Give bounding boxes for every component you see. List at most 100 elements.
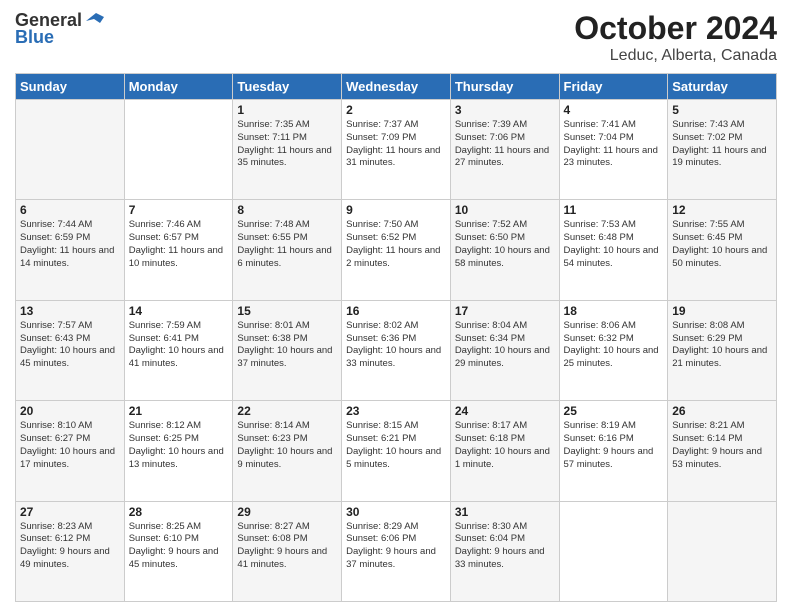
day-info: Sunrise: 8:10 AM Sunset: 6:27 PM Dayligh… bbox=[20, 420, 120, 471]
calendar-cell: 15Sunrise: 8:01 AM Sunset: 6:38 PM Dayli… bbox=[233, 300, 342, 400]
day-number: 1 bbox=[237, 103, 337, 117]
day-info: Sunrise: 8:12 AM Sunset: 6:25 PM Dayligh… bbox=[129, 420, 229, 471]
calendar-cell: 1 Sunrise: 7:35 AM Sunset: 7:11 PM Daylig… bbox=[233, 100, 342, 200]
col-tuesday: Tuesday bbox=[233, 74, 342, 100]
calendar-week-4: 27 Sunrise: 8:23 AM Sunset: 6:12 PM Dayli… bbox=[16, 501, 777, 601]
day-info: Sunrise: 7:59 AM Sunset: 6:41 PM Dayligh… bbox=[129, 320, 229, 371]
calendar-cell: 23 Sunrise: 8:15 AM Sunset: 6:21 PM Dayli… bbox=[342, 401, 451, 501]
day-number: 30 bbox=[346, 505, 446, 519]
day-info: Sunrise: 8:06 AM Sunset: 6:32 PM Dayligh… bbox=[564, 320, 664, 371]
day-info: Sunrise: 7:37 AM Sunset: 7:09 PM Dayligh… bbox=[346, 119, 446, 170]
day-number: 5 bbox=[672, 103, 772, 117]
day-number: 28 bbox=[129, 505, 229, 519]
logo-bird-icon bbox=[86, 11, 108, 31]
day-number: 17 bbox=[455, 304, 555, 318]
day-number: 15 bbox=[237, 304, 337, 318]
day-info: Sunrise: 8:15 AM Sunset: 6:21 PM Dayligh… bbox=[346, 420, 446, 471]
day-info: Sunrise: 8:23 AM Sunset: 6:12 PM Dayligh… bbox=[20, 521, 120, 572]
day-number: 27 bbox=[20, 505, 120, 519]
day-number: 6 bbox=[20, 203, 120, 217]
day-number: 18 bbox=[564, 304, 664, 318]
calendar-cell: 22Sunrise: 8:14 AM Sunset: 6:23 PM Dayli… bbox=[233, 401, 342, 501]
day-number: 7 bbox=[129, 203, 229, 217]
calendar-cell: 6 Sunrise: 7:44 AM Sunset: 6:59 PM Daylig… bbox=[16, 200, 125, 300]
day-number: 26 bbox=[672, 404, 772, 418]
day-number: 2 bbox=[346, 103, 446, 117]
calendar-week-3: 20 Sunrise: 8:10 AM Sunset: 6:27 PM Dayli… bbox=[16, 401, 777, 501]
calendar-cell: 4 Sunrise: 7:41 AM Sunset: 7:04 PM Daylig… bbox=[559, 100, 668, 200]
calendar-cell bbox=[16, 100, 125, 200]
col-thursday: Thursday bbox=[450, 74, 559, 100]
title-block: October 2024 Leduc, Alberta, Canada bbox=[574, 10, 777, 65]
day-number: 3 bbox=[455, 103, 555, 117]
calendar-cell: 3Sunrise: 7:39 AM Sunset: 7:06 PM Daylig… bbox=[450, 100, 559, 200]
calendar-cell: 31 Sunrise: 8:30 AM Sunset: 6:04 PM Dayli… bbox=[450, 501, 559, 601]
day-info: Sunrise: 8:02 AM Sunset: 6:36 PM Dayligh… bbox=[346, 320, 446, 371]
calendar-body: 1 Sunrise: 7:35 AM Sunset: 7:11 PM Daylig… bbox=[16, 100, 777, 602]
logo: General Blue bbox=[15, 10, 108, 48]
day-info: Sunrise: 7:52 AM Sunset: 6:50 PM Dayligh… bbox=[455, 219, 555, 270]
day-info: Sunrise: 7:46 AM Sunset: 6:57 PM Dayligh… bbox=[129, 219, 229, 270]
day-info: Sunrise: 7:50 AM Sunset: 6:52 PM Dayligh… bbox=[346, 219, 446, 270]
calendar-cell: 30 Sunrise: 8:29 AM Sunset: 6:06 PM Dayli… bbox=[342, 501, 451, 601]
day-number: 20 bbox=[20, 404, 120, 418]
calendar-cell: 2 Sunrise: 7:37 AM Sunset: 7:09 PM Daylig… bbox=[342, 100, 451, 200]
day-info: Sunrise: 8:19 AM Sunset: 6:16 PM Dayligh… bbox=[564, 420, 664, 471]
day-info: Sunrise: 7:44 AM Sunset: 6:59 PM Dayligh… bbox=[20, 219, 120, 270]
day-number: 23 bbox=[346, 404, 446, 418]
day-info: Sunrise: 7:41 AM Sunset: 7:04 PM Dayligh… bbox=[564, 119, 664, 170]
day-number: 24 bbox=[455, 404, 555, 418]
day-info: Sunrise: 8:29 AM Sunset: 6:06 PM Dayligh… bbox=[346, 521, 446, 572]
day-info: Sunrise: 7:35 AM Sunset: 7:11 PM Dayligh… bbox=[237, 119, 337, 170]
day-number: 19 bbox=[672, 304, 772, 318]
day-info: Sunrise: 8:30 AM Sunset: 6:04 PM Dayligh… bbox=[455, 521, 555, 572]
day-info: Sunrise: 7:55 AM Sunset: 6:45 PM Dayligh… bbox=[672, 219, 772, 270]
logo-blue-text: Blue bbox=[15, 27, 54, 48]
calendar-cell: 8Sunrise: 7:48 AM Sunset: 6:55 PM Daylig… bbox=[233, 200, 342, 300]
calendar-table: Sunday Monday Tuesday Wednesday Thursday… bbox=[15, 73, 777, 602]
day-info: Sunrise: 7:48 AM Sunset: 6:55 PM Dayligh… bbox=[237, 219, 337, 270]
calendar-cell: 20 Sunrise: 8:10 AM Sunset: 6:27 PM Dayli… bbox=[16, 401, 125, 501]
col-friday: Friday bbox=[559, 74, 668, 100]
calendar-cell: 26 Sunrise: 8:21 AM Sunset: 6:14 PM Dayli… bbox=[668, 401, 777, 501]
calendar-cell: 29 Sunrise: 8:27 AM Sunset: 6:08 PM Dayli… bbox=[233, 501, 342, 601]
calendar-cell: 11Sunrise: 7:53 AM Sunset: 6:48 PM Dayli… bbox=[559, 200, 668, 300]
col-saturday: Saturday bbox=[668, 74, 777, 100]
day-info: Sunrise: 7:57 AM Sunset: 6:43 PM Dayligh… bbox=[20, 320, 120, 371]
calendar-cell bbox=[559, 501, 668, 601]
calendar-cell: 27 Sunrise: 8:23 AM Sunset: 6:12 PM Dayli… bbox=[16, 501, 125, 601]
calendar-cell: 28 Sunrise: 8:25 AM Sunset: 6:10 PM Dayli… bbox=[124, 501, 233, 601]
calendar-cell: 9Sunrise: 7:50 AM Sunset: 6:52 PM Daylig… bbox=[342, 200, 451, 300]
day-number: 13 bbox=[20, 304, 120, 318]
calendar-header-row: Sunday Monday Tuesday Wednesday Thursday… bbox=[16, 74, 777, 100]
calendar-cell: 21 Sunrise: 8:12 AM Sunset: 6:25 PM Dayli… bbox=[124, 401, 233, 501]
day-number: 21 bbox=[129, 404, 229, 418]
day-info: Sunrise: 8:21 AM Sunset: 6:14 PM Dayligh… bbox=[672, 420, 772, 471]
calendar-cell: 16 Sunrise: 8:02 AM Sunset: 6:36 PM Dayli… bbox=[342, 300, 451, 400]
calendar-week-2: 13 Sunrise: 7:57 AM Sunset: 6:43 PM Dayli… bbox=[16, 300, 777, 400]
day-info: Sunrise: 8:14 AM Sunset: 6:23 PM Dayligh… bbox=[237, 420, 337, 471]
col-sunday: Sunday bbox=[16, 74, 125, 100]
col-monday: Monday bbox=[124, 74, 233, 100]
page: General Blue October 2024 Leduc, Alberta… bbox=[0, 0, 792, 612]
day-info: Sunrise: 8:08 AM Sunset: 6:29 PM Dayligh… bbox=[672, 320, 772, 371]
calendar-cell: 17Sunrise: 8:04 AM Sunset: 6:34 PM Dayli… bbox=[450, 300, 559, 400]
calendar-cell: 25 Sunrise: 8:19 AM Sunset: 6:16 PM Dayli… bbox=[559, 401, 668, 501]
day-number: 25 bbox=[564, 404, 664, 418]
calendar-cell bbox=[668, 501, 777, 601]
calendar-cell: 18 Sunrise: 8:06 AM Sunset: 6:32 PM Dayli… bbox=[559, 300, 668, 400]
calendar-cell: 10Sunrise: 7:52 AM Sunset: 6:50 PM Dayli… bbox=[450, 200, 559, 300]
day-info: Sunrise: 8:27 AM Sunset: 6:08 PM Dayligh… bbox=[237, 521, 337, 572]
day-number: 16 bbox=[346, 304, 446, 318]
day-info: Sunrise: 7:53 AM Sunset: 6:48 PM Dayligh… bbox=[564, 219, 664, 270]
col-wednesday: Wednesday bbox=[342, 74, 451, 100]
day-info: Sunrise: 8:25 AM Sunset: 6:10 PM Dayligh… bbox=[129, 521, 229, 572]
calendar-week-0: 1 Sunrise: 7:35 AM Sunset: 7:11 PM Daylig… bbox=[16, 100, 777, 200]
calendar-cell: 19 Sunrise: 8:08 AM Sunset: 6:29 PM Dayli… bbox=[668, 300, 777, 400]
day-number: 31 bbox=[455, 505, 555, 519]
day-number: 29 bbox=[237, 505, 337, 519]
header: General Blue October 2024 Leduc, Alberta… bbox=[15, 10, 777, 65]
calendar-subtitle: Leduc, Alberta, Canada bbox=[574, 47, 777, 65]
calendar-title: October 2024 bbox=[574, 10, 777, 47]
day-number: 4 bbox=[564, 103, 664, 117]
